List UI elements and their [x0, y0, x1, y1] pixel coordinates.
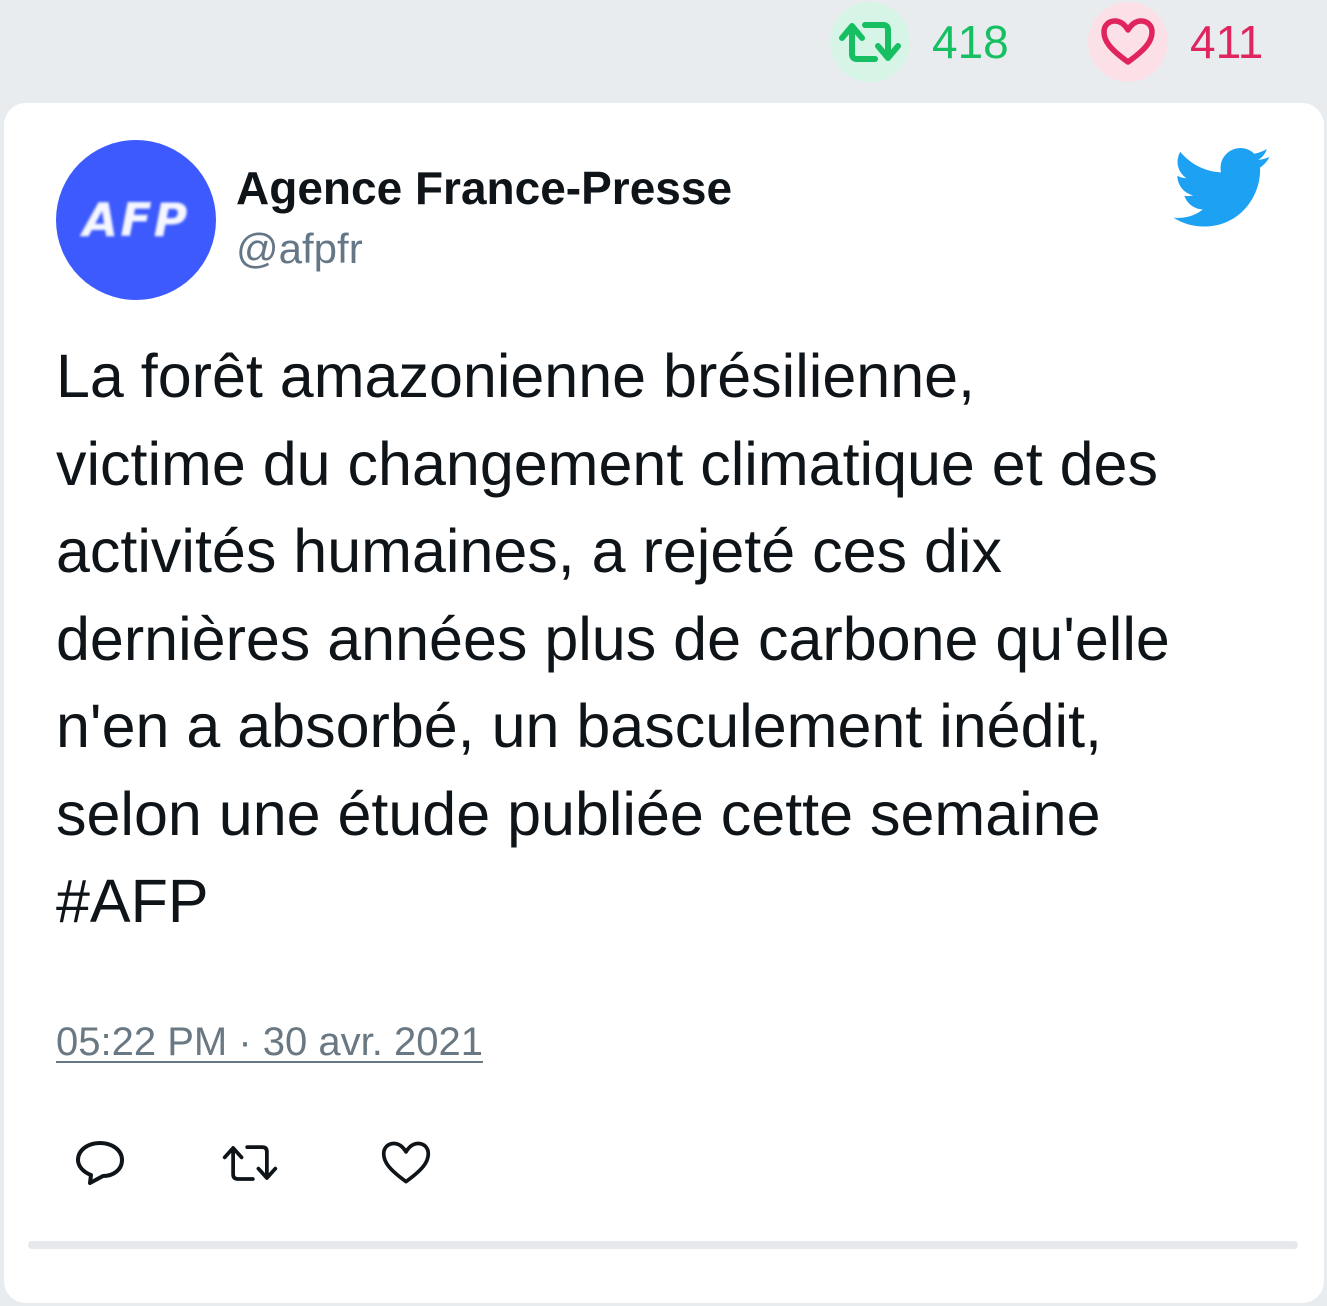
tweet-timestamp[interactable]: 05:22 PM · 30 avr. 2021	[56, 1020, 483, 1064]
twitter-bird-icon[interactable]	[1172, 147, 1272, 229]
retweet-icon	[222, 1145, 278, 1181]
avatar[interactable]: AFP	[56, 140, 216, 300]
tweet-actions	[4, 1133, 1324, 1203]
like-button[interactable]	[376, 1133, 436, 1193]
heart-icon	[1088, 2, 1168, 82]
tweet-stats-bar: 418 411	[0, 0, 1327, 100]
avatar-logo-text: AFP	[82, 193, 190, 247]
heart-icon	[381, 1141, 431, 1184]
like-count: 411	[1190, 16, 1264, 68]
retweet-icon	[830, 2, 910, 82]
tweet-card: AFP Agence France-Presse @afpfr La forêt…	[4, 103, 1324, 1303]
divider	[28, 1241, 1298, 1249]
retweet-stat[interactable]: 418	[830, 2, 1009, 82]
author-name[interactable]: Agence France-Presse	[236, 163, 732, 214]
reply-button[interactable]	[70, 1133, 130, 1193]
retweet-button[interactable]	[220, 1133, 280, 1193]
like-stat[interactable]: 411	[1088, 2, 1263, 82]
reply-icon	[76, 1141, 124, 1185]
tweet-text: La forêt amazonienne brésilienne, victim…	[56, 342, 1170, 935]
author-handle[interactable]: @afpfr	[236, 225, 363, 272]
retweet-count: 418	[932, 16, 1009, 68]
